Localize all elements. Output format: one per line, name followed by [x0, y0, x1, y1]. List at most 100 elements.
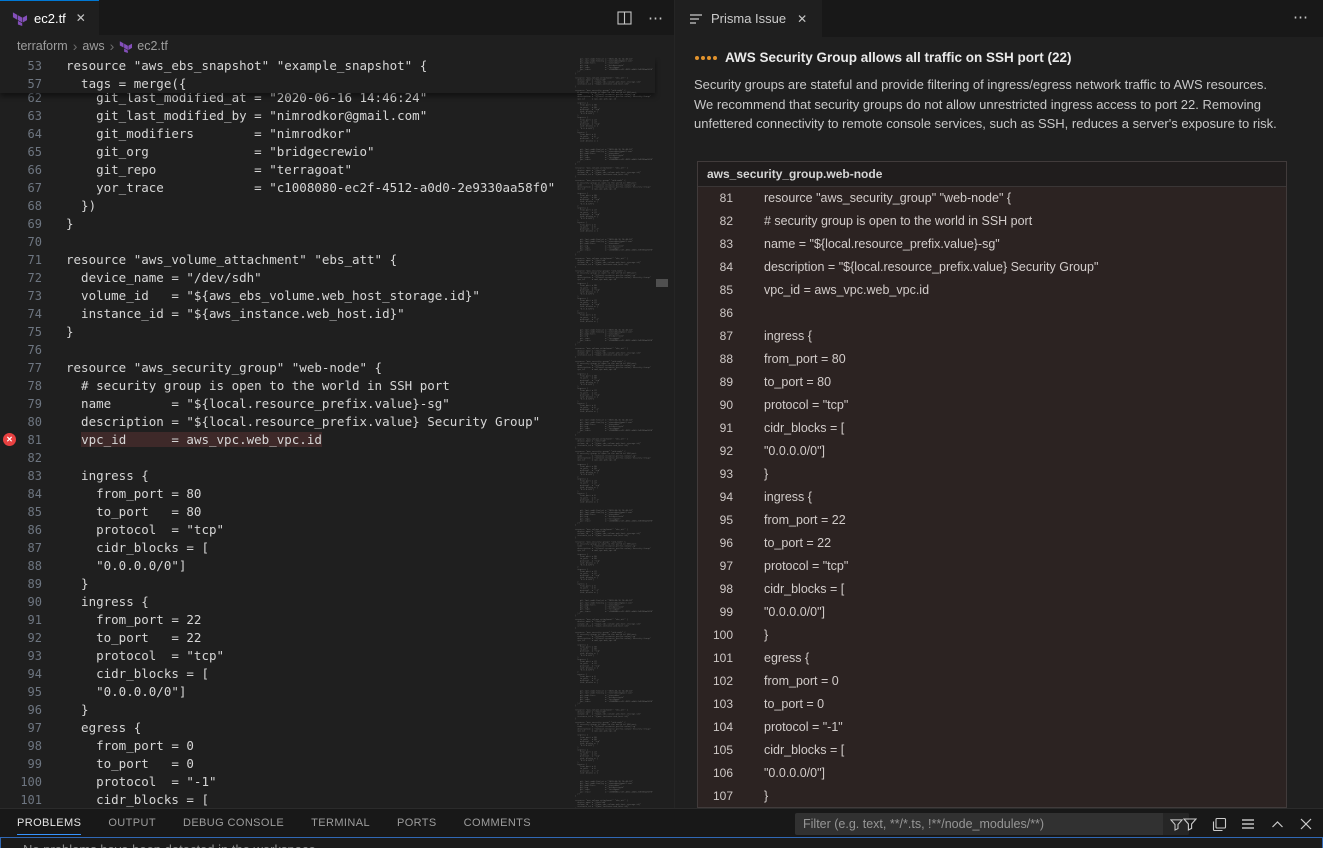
tab-ec2-tf[interactable]: ec2.tf ✕ — [0, 0, 99, 35]
line-text: cidr_blocks = [ — [66, 539, 209, 557]
code-line[interactable]: 81✕ vpc_id = aws_vpc.web_vpc.id — [0, 431, 674, 449]
code-line[interactable]: 69} — [0, 215, 674, 233]
code-line[interactable]: 72 device_name = "/dev/sdh" — [0, 269, 674, 287]
breadcrumb-ec2-tf[interactable]: ec2.tf — [119, 39, 168, 53]
line-text: } — [764, 624, 768, 647]
report-lines-icon — [689, 12, 703, 26]
editor-scrollbar-thumb[interactable] — [656, 279, 668, 287]
split-editor-icon[interactable] — [617, 11, 632, 25]
line-text: from_port = 0 — [764, 670, 839, 693]
line-number: 57 — [0, 75, 42, 93]
view-as-table-icon[interactable] — [1211, 817, 1227, 832]
panel-tab-comments[interactable]: COMMENTS — [464, 811, 531, 835]
more-actions-icon[interactable]: ⋯ — [648, 9, 664, 27]
code-line[interactable]: 80 description = "${local.resource_prefi… — [0, 413, 674, 431]
line-number: 87 — [0, 539, 42, 557]
sticky-code-line[interactable]: 57 tags = merge({ — [0, 75, 655, 93]
line-text: "0.0.0.0/0"] — [764, 762, 825, 785]
breadcrumb: terraform › aws › ec2.tf — [0, 35, 674, 57]
line-text: name = "${local.resource_prefix.value}-s… — [66, 395, 450, 413]
tab-label: ec2.tf — [34, 11, 66, 26]
line-text: to_port = 22 — [764, 532, 831, 555]
line-number: 53 — [0, 57, 42, 75]
code-line[interactable]: 94 cidr_blocks = [ — [0, 665, 674, 683]
breadcrumb-aws[interactable]: aws — [82, 39, 104, 53]
code-line[interactable]: 97 egress { — [0, 719, 674, 737]
sticky-scroll: 53resource "aws_ebs_snapshot" "example_s… — [0, 57, 655, 93]
code-line[interactable]: 88 "0.0.0.0/0"] — [0, 557, 674, 575]
sticky-code-line[interactable]: 53resource "aws_ebs_snapshot" "example_s… — [0, 57, 655, 75]
code-line[interactable]: 73 volume_id = "${aws_ebs_volume.web_hos… — [0, 287, 674, 305]
line-text: ingress { — [764, 486, 812, 509]
code-line[interactable]: 87 cidr_blocks = [ — [0, 539, 674, 557]
panel-tab-terminal[interactable]: TERMINAL — [311, 811, 370, 835]
breadcrumb-terraform[interactable]: terraform — [17, 39, 68, 53]
line-text: description = "${local.resource_prefix.v… — [764, 256, 1098, 279]
line-number: 88 — [0, 557, 42, 575]
line-text: to_port = 80 — [66, 503, 201, 521]
code-line[interactable]: 92 to_port = 22 — [0, 629, 674, 647]
code-block-body: 81resource "aws_security_group" "web-nod… — [698, 187, 1286, 807]
code-line[interactable]: 86 protocol = "tcp" — [0, 521, 674, 539]
line-number: 88 — [698, 348, 733, 371]
code-line[interactable]: 67 yor_trace = "c1008080-ec2f-4512-a0d0-… — [0, 179, 674, 197]
code-editor[interactable]: 62 git_last_modified_at = "2020-06-16 14… — [0, 57, 674, 808]
issue-code-line: 92"0.0.0.0/0"] — [698, 440, 1286, 463]
line-number: 100 — [0, 773, 42, 791]
line-number: 94 — [0, 665, 42, 683]
code-line[interactable]: 75} — [0, 323, 674, 341]
line-text: from_port = 80 — [66, 485, 201, 503]
code-line[interactable]: 66 git_repo = "terragoat" — [0, 161, 674, 179]
line-number: 93 — [698, 463, 733, 486]
code-line[interactable]: 98 from_port = 0 — [0, 737, 674, 755]
code-line[interactable]: 64 git_modifiers = "nimrodkor" — [0, 125, 674, 143]
code-line[interactable]: 74 instance_id = "${aws_instance.web_hos… — [0, 305, 674, 323]
code-line[interactable]: 70 — [0, 233, 674, 251]
code-line[interactable]: 96 } — [0, 701, 674, 719]
code-line[interactable]: 85 to_port = 80 — [0, 503, 674, 521]
line-number: 95 — [698, 509, 733, 532]
code-line[interactable]: 79 name = "${local.resource_prefix.value… — [0, 395, 674, 413]
line-number: 105 — [698, 739, 733, 762]
chevron-up-icon[interactable] — [1269, 820, 1285, 829]
panel-tab-output[interactable]: OUTPUT — [108, 811, 156, 835]
panel-tab-ports[interactable]: PORTS — [397, 811, 437, 835]
code-line[interactable]: 82 — [0, 449, 674, 467]
tab-close-icon[interactable]: ✕ — [794, 11, 810, 27]
close-panel-icon[interactable] — [1298, 818, 1314, 830]
panel-tab-debug-console[interactable]: DEBUG CONSOLE — [183, 811, 284, 835]
menu-lines-icon[interactable] — [1240, 818, 1256, 830]
minimap[interactable]: git_last_modified_at = "2020-06-16 14:46… — [575, 58, 655, 808]
tab-close-icon[interactable]: ✕ — [73, 10, 89, 26]
code-line[interactable]: 65 git_org = "bridgecrewio" — [0, 143, 674, 161]
line-text: ingress { — [66, 593, 149, 611]
code-line[interactable]: 68 }) — [0, 197, 674, 215]
line-number: 90 — [698, 394, 733, 417]
code-line[interactable]: 95 "0.0.0.0/0"] — [0, 683, 674, 701]
code-line[interactable]: 91 from_port = 22 — [0, 611, 674, 629]
code-line[interactable]: 84 from_port = 80 — [0, 485, 674, 503]
code-line[interactable]: 76 — [0, 341, 674, 359]
code-line[interactable]: 71resource "aws_volume_attachment" "ebs_… — [0, 251, 674, 269]
line-number: 63 — [0, 107, 42, 125]
code-line[interactable]: 89 } — [0, 575, 674, 593]
line-number: 69 — [0, 215, 42, 233]
code-line[interactable]: 77resource "aws_security_group" "web-nod… — [0, 359, 674, 377]
code-line[interactable]: 78 # security group is open to the world… — [0, 377, 674, 395]
filter-icon[interactable] — [1182, 817, 1198, 831]
line-text: vpc_id = aws_vpc.web_vpc.id — [66, 431, 322, 449]
code-line[interactable]: 99 to_port = 0 — [0, 755, 674, 773]
code-line[interactable]: 83 ingress { — [0, 467, 674, 485]
tab-prisma-issue[interactable]: Prisma Issue ✕ — [675, 0, 822, 37]
line-number: 65 — [0, 143, 42, 161]
line-text: protocol = "-1" — [66, 773, 217, 791]
filter-input[interactable] — [795, 813, 1158, 835]
code-line[interactable]: 100 protocol = "-1" — [0, 773, 674, 791]
code-line[interactable]: 63 git_last_modified_by = "nimrodkor@gma… — [0, 107, 674, 125]
code-line[interactable]: 90 ingress { — [0, 593, 674, 611]
line-text: } — [764, 785, 768, 808]
code-line[interactable]: 101 cidr_blocks = [ — [0, 791, 674, 808]
code-line[interactable]: 93 protocol = "tcp" — [0, 647, 674, 665]
more-actions-icon[interactable]: ⋯ — [1293, 8, 1309, 26]
panel-tab-problems[interactable]: PROBLEMS — [17, 811, 81, 835]
